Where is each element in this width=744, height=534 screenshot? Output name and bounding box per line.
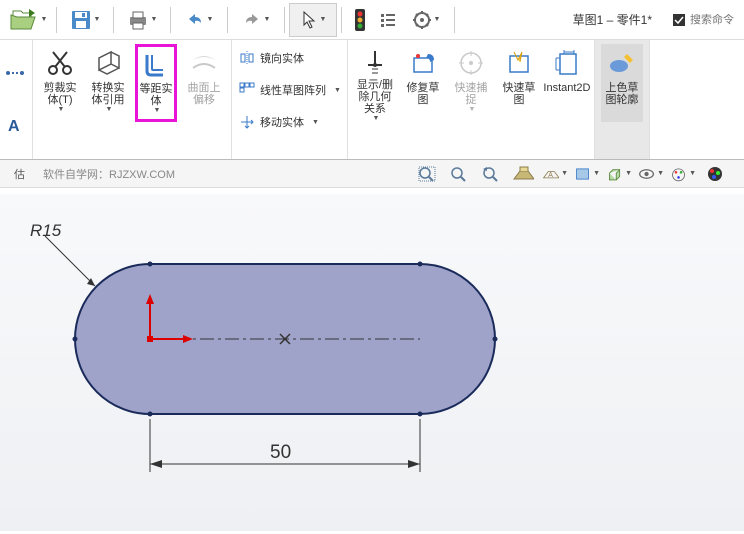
sub-bar: 估 软件自学网：RJZXW.COM A▼ ▼ ▼ ▼ ▼	[0, 160, 744, 188]
redo-button[interactable]: ▼	[232, 3, 280, 37]
list-icon[interactable]	[374, 3, 402, 37]
zoom-fit-icon[interactable]	[414, 163, 440, 185]
offset-entities-button[interactable]: 等距实体 ▼	[135, 44, 177, 122]
hide-show-icon[interactable]: ▼	[606, 163, 632, 185]
mirror-button[interactable]: 镜向实体	[238, 48, 341, 68]
dotted-line-icon[interactable]	[6, 64, 24, 82]
display-style-icon[interactable]: ▼	[574, 163, 600, 185]
view-orientation-icon[interactable]: A▼	[542, 163, 568, 185]
instant2d-button[interactable]: Instant2D	[546, 44, 588, 122]
shade-sketch-button[interactable]: 上色草图轮廓	[601, 44, 643, 122]
zoom-area-icon[interactable]	[446, 163, 472, 185]
sketch-view: R15 50	[0, 194, 744, 534]
site-label: 软件自学网：RJZXW.COM	[43, 166, 175, 182]
svg-text:A: A	[548, 172, 553, 179]
search-box[interactable]	[672, 13, 740, 27]
save-button[interactable]: ▼	[61, 3, 109, 37]
pattern-button[interactable]: 线性草图阵列▼	[238, 80, 341, 100]
settings-button[interactable]: ▼	[402, 3, 450, 37]
search-input[interactable]	[690, 14, 740, 26]
convert-entities-button[interactable]: 转换实体引用 ▼	[87, 44, 129, 122]
svg-text:A: A	[8, 118, 20, 135]
edit-appearance-icon[interactable]: ▼	[670, 163, 696, 185]
select-button[interactable]: ▼	[289, 3, 337, 37]
radius-dimension[interactable]: R15	[30, 221, 62, 240]
traffic-light-icon[interactable]	[346, 3, 374, 37]
section-view-icon[interactable]	[510, 163, 536, 185]
relations-button[interactable]: 显示/删除几何关系 ▼	[354, 44, 396, 122]
apply-scene-icon[interactable]	[702, 163, 728, 185]
graphics-area[interactable]: R15 50	[0, 194, 744, 531]
rapid-sketch-button[interactable]: 快速草图	[498, 44, 540, 122]
document-title: 草图1 – 零件1*	[573, 11, 652, 28]
view-toolbar: A▼ ▼ ▼ ▼ ▼	[414, 163, 728, 185]
repair-button[interactable]: 修复草图	[402, 44, 444, 122]
undo-button[interactable]: ▼	[175, 3, 223, 37]
eye-icon[interactable]: ▼	[638, 163, 664, 185]
evaluate-tab[interactable]: 估	[6, 162, 33, 186]
print-button[interactable]: ▼	[118, 3, 166, 37]
quick-snap-button: 快速捕捉 ▼	[450, 44, 492, 122]
width-dimension[interactable]: 50	[270, 442, 291, 463]
ribbon: A 剪裁实体(T) ▼ 转换实体引用 ▼ 等距实体 ▼ 曲面上偏移 镜向实体	[0, 40, 744, 160]
open-button[interactable]: ▼	[4, 3, 52, 37]
trim-entities-button[interactable]: 剪裁实体(T) ▼	[39, 44, 81, 122]
quick-access-toolbar: ▼ ▼ ▼ ▼ ▼ ▼ ▼ 草图1 – 零件1*	[0, 0, 744, 40]
move-button[interactable]: 移动实体▼	[238, 112, 341, 132]
text-a-icon[interactable]: A	[6, 115, 26, 135]
surface-offset-button: 曲面上偏移	[183, 44, 225, 122]
prev-view-icon[interactable]	[478, 163, 504, 185]
